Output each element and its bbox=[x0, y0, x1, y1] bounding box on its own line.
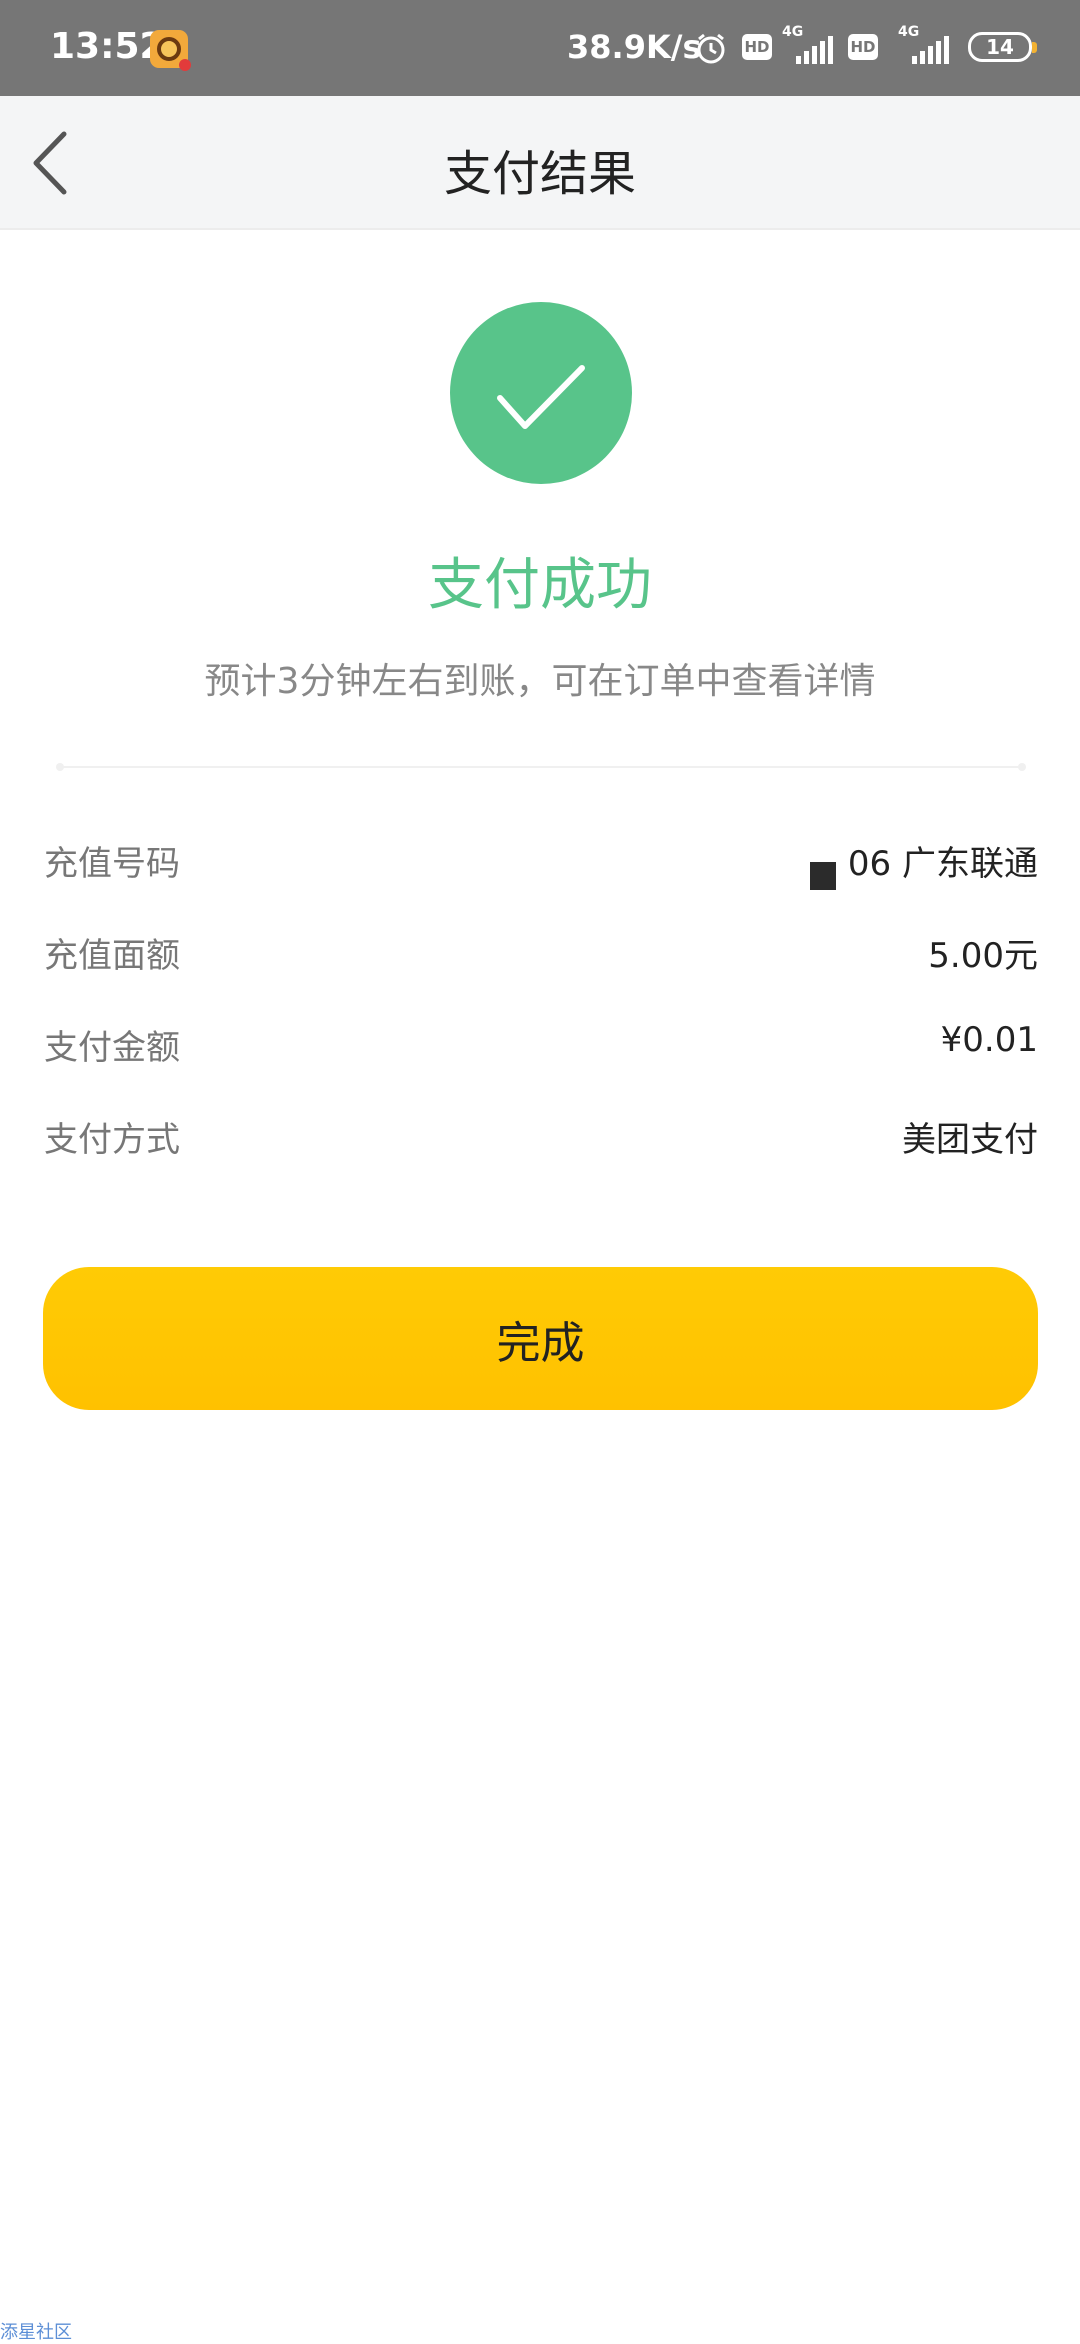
page-title: 支付结果 bbox=[443, 146, 636, 202]
hd-icon: HD bbox=[742, 34, 772, 60]
done-button[interactable]: 完成 bbox=[43, 1267, 1038, 1410]
success-check-icon bbox=[450, 302, 632, 484]
redaction-mark bbox=[810, 862, 836, 890]
hd-icon-2: HD bbox=[848, 34, 878, 60]
signal-strength-icon bbox=[796, 36, 833, 64]
recharge-number-label: 充值号码 bbox=[44, 844, 180, 884]
success-title: 支付成功 bbox=[428, 553, 652, 618]
signal-strength-icon-2 bbox=[912, 36, 949, 64]
network-speed: 38.9K/s bbox=[567, 28, 702, 66]
face-value-label: 充值面额 bbox=[44, 936, 180, 976]
face-value-value: 5.00元 bbox=[928, 936, 1038, 976]
payment-method-label: 支付方式 bbox=[44, 1120, 180, 1160]
paid-amount-value: ¥0.01 bbox=[940, 1020, 1038, 1060]
divider bbox=[56, 763, 1026, 771]
alarm-icon bbox=[697, 33, 725, 64]
recharge-number-value: 06 广东联通 bbox=[847, 844, 1038, 884]
battery-icon: 14 bbox=[968, 32, 1037, 62]
detail-row-face-value: 充值面额 5.00元 bbox=[44, 928, 1038, 988]
detail-row-recharge-number: 充值号码 06 广东联通 bbox=[44, 836, 1038, 896]
detail-row-payment-method: 支付方式 美团支付 bbox=[44, 1112, 1038, 1172]
app-notification-icon bbox=[150, 30, 191, 71]
paid-amount-label: 支付金额 bbox=[44, 1028, 180, 1068]
nav-header: 支付结果 bbox=[0, 96, 1080, 230]
status-time: 13:52 bbox=[50, 26, 165, 67]
payment-method-value: 美团支付 bbox=[902, 1120, 1038, 1160]
success-subtitle: 预计3分钟左右到账，可在订单中查看详情 bbox=[204, 661, 876, 702]
status-bar: 13:52 38.9K/s HD 4G HD 4G 14 bbox=[0, 0, 1080, 96]
detail-row-paid-amount: 支付金额 ¥0.01 bbox=[44, 1020, 1038, 1080]
watermark: 添星社区 bbox=[0, 2322, 72, 2343]
